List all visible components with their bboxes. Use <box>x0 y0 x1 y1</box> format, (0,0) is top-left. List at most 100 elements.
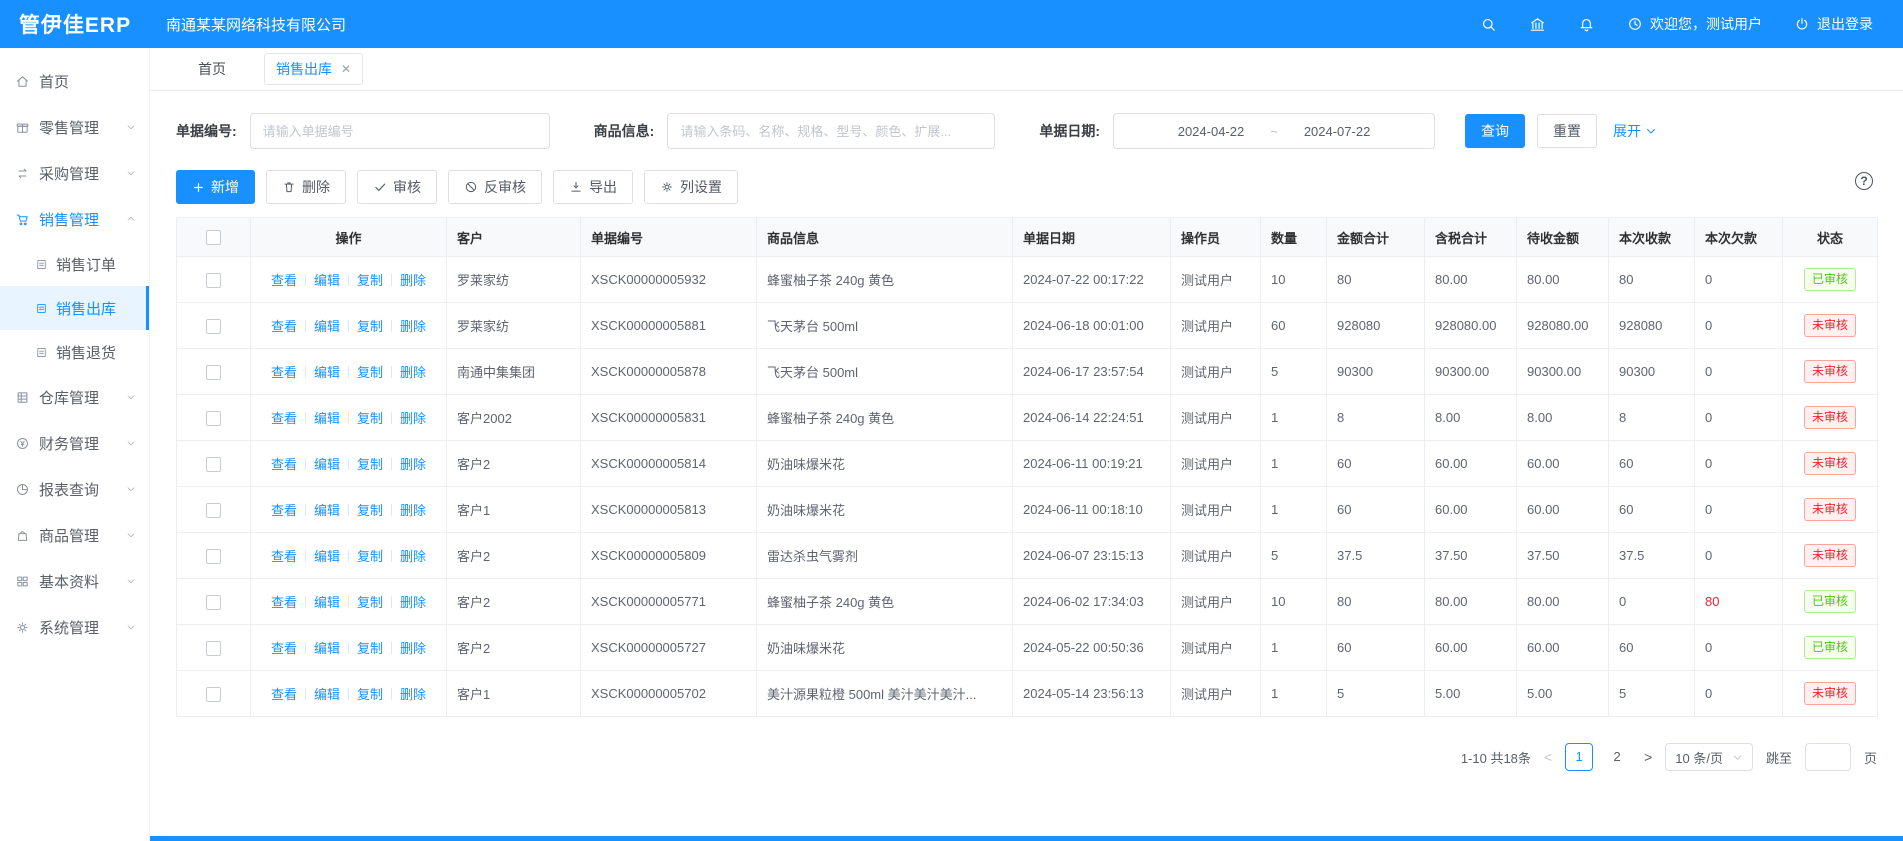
bank-icon[interactable] <box>1529 16 1546 33</box>
tab-销售出库[interactable]: 销售出库✕ <box>264 53 363 85</box>
order-no-input[interactable] <box>250 113 550 149</box>
close-icon[interactable]: ✕ <box>341 62 351 76</box>
view-link[interactable]: 查看 <box>271 454 297 473</box>
delete-button[interactable]: 删除 <box>266 170 346 204</box>
copy-link[interactable]: 复制 <box>357 270 383 289</box>
delete-link[interactable]: 删除 <box>400 638 426 657</box>
export-button[interactable]: 导出 <box>553 170 633 204</box>
welcome-user[interactable]: 欢迎您，测试用户 <box>1627 14 1762 34</box>
copy-link[interactable]: 复制 <box>357 638 383 657</box>
copy-link[interactable]: 复制 <box>357 684 383 703</box>
delete-link[interactable]: 删除 <box>400 316 426 335</box>
sidebar-item-report[interactable]: 报表查询 <box>0 466 149 512</box>
add-button[interactable]: 新增 <box>176 170 255 204</box>
row-checkbox[interactable] <box>206 687 221 702</box>
sidebar-item-warehouse[interactable]: 仓库管理 <box>0 374 149 420</box>
row-checkbox[interactable] <box>206 411 221 426</box>
view-link[interactable]: 查看 <box>271 270 297 289</box>
row-checkbox-cell <box>177 441 251 487</box>
view-link[interactable]: 查看 <box>271 638 297 657</box>
date-range-picker[interactable]: 2024-04-22 ~ 2024-07-22 <box>1113 113 1435 149</box>
edit-link[interactable]: 编辑 <box>314 546 340 565</box>
unaudit-button[interactable]: 反审核 <box>448 170 542 204</box>
sidebar-item-sales[interactable]: 销售管理 <box>0 196 149 242</box>
view-link[interactable]: 查看 <box>271 684 297 703</box>
row-checkbox[interactable] <box>206 457 221 472</box>
select-all-checkbox[interactable] <box>206 230 221 245</box>
delete-link[interactable]: 删除 <box>400 592 426 611</box>
sidebar-subitem[interactable]: 销售出库 <box>0 286 149 330</box>
delete-link[interactable]: 删除 <box>400 500 426 519</box>
page-size-select[interactable]: 10 条/页 <box>1665 743 1753 771</box>
view-link[interactable]: 查看 <box>271 408 297 427</box>
view-link[interactable]: 查看 <box>271 362 297 381</box>
sidebar-item-basic[interactable]: 基本资料 <box>0 558 149 604</box>
sidebar-subitem[interactable]: 销售订单 <box>0 242 149 286</box>
prev-page-button[interactable]: < <box>1544 749 1552 765</box>
delete-link[interactable]: 删除 <box>400 454 426 473</box>
search-button[interactable]: 查询 <box>1465 114 1525 148</box>
view-link[interactable]: 查看 <box>271 316 297 335</box>
page-button-2[interactable]: 2 <box>1603 743 1631 771</box>
cell-amount-tax: 37.50 <box>1425 533 1517 579</box>
row-operations: 查看编辑复制删除 <box>251 625 447 671</box>
edit-link[interactable]: 编辑 <box>314 362 340 381</box>
edit-link[interactable]: 编辑 <box>314 316 340 335</box>
column-settings-button[interactable]: 列设置 <box>644 170 738 204</box>
edit-link[interactable]: 编辑 <box>314 408 340 427</box>
view-link[interactable]: 查看 <box>271 500 297 519</box>
sidebar-item-finance[interactable]: 财务管理 <box>0 420 149 466</box>
delete-link[interactable]: 删除 <box>400 362 426 381</box>
product-info-input[interactable] <box>667 113 995 149</box>
copy-link[interactable]: 复制 <box>357 546 383 565</box>
row-checkbox[interactable] <box>206 641 221 656</box>
help-icon[interactable]: ? <box>1855 172 1873 190</box>
edit-link[interactable]: 编辑 <box>314 592 340 611</box>
tab-首页[interactable]: 首页 <box>198 59 226 79</box>
chevron-down-icon <box>1645 125 1657 137</box>
copy-link[interactable]: 复制 <box>357 500 383 519</box>
audit-button[interactable]: 审核 <box>357 170 437 204</box>
table-row: 查看编辑复制删除罗莱家纺XSCK00000005881飞天茅台 500ml202… <box>177 303 1878 349</box>
edit-link[interactable]: 编辑 <box>314 638 340 657</box>
row-checkbox[interactable] <box>206 595 221 610</box>
copy-link[interactable]: 复制 <box>357 362 383 381</box>
sidebar-item-purchase[interactable]: 采购管理 <box>0 150 149 196</box>
edit-link[interactable]: 编辑 <box>314 454 340 473</box>
view-link[interactable]: 查看 <box>271 592 297 611</box>
sidebar-item-home[interactable]: 首页 <box>0 58 149 104</box>
row-checkbox[interactable] <box>206 549 221 564</box>
sidebar-subitem[interactable]: 销售退货 <box>0 330 149 374</box>
delete-link[interactable]: 删除 <box>400 270 426 289</box>
jump-page-input[interactable] <box>1805 743 1851 771</box>
logout-button[interactable]: 退出登录 <box>1794 14 1873 34</box>
cell-date: 2024-06-14 22:24:51 <box>1013 395 1171 441</box>
delete-link[interactable]: 删除 <box>400 546 426 565</box>
sidebar-item-product[interactable]: 商品管理 <box>0 512 149 558</box>
sidebar-item-retail[interactable]: 零售管理 <box>0 104 149 150</box>
delete-link[interactable]: 删除 <box>400 684 426 703</box>
delete-link[interactable]: 删除 <box>400 408 426 427</box>
copy-link[interactable]: 复制 <box>357 408 383 427</box>
bell-icon[interactable] <box>1578 16 1595 33</box>
page-button-1[interactable]: 1 <box>1565 743 1593 771</box>
row-checkbox[interactable] <box>206 365 221 380</box>
row-checkbox[interactable] <box>206 319 221 334</box>
copy-link[interactable]: 复制 <box>357 454 383 473</box>
expand-button[interactable]: 展开 <box>1613 121 1657 141</box>
table-row: 查看编辑复制删除客户1XSCK00000005813奶油味爆米花2024-06-… <box>177 487 1878 533</box>
search-icon[interactable] <box>1480 16 1497 33</box>
copy-link[interactable]: 复制 <box>357 592 383 611</box>
cell-received: 90300 <box>1609 349 1695 395</box>
row-checkbox[interactable] <box>206 503 221 518</box>
next-page-button[interactable]: > <box>1644 749 1652 765</box>
view-link[interactable]: 查看 <box>271 546 297 565</box>
edit-link[interactable]: 编辑 <box>314 500 340 519</box>
reset-button[interactable]: 重置 <box>1537 114 1597 148</box>
row-checkbox[interactable] <box>206 273 221 288</box>
edit-link[interactable]: 编辑 <box>314 270 340 289</box>
cell-owed: 0 <box>1695 303 1783 349</box>
sidebar-item-system[interactable]: 系统管理 <box>0 604 149 650</box>
copy-link[interactable]: 复制 <box>357 316 383 335</box>
edit-link[interactable]: 编辑 <box>314 684 340 703</box>
